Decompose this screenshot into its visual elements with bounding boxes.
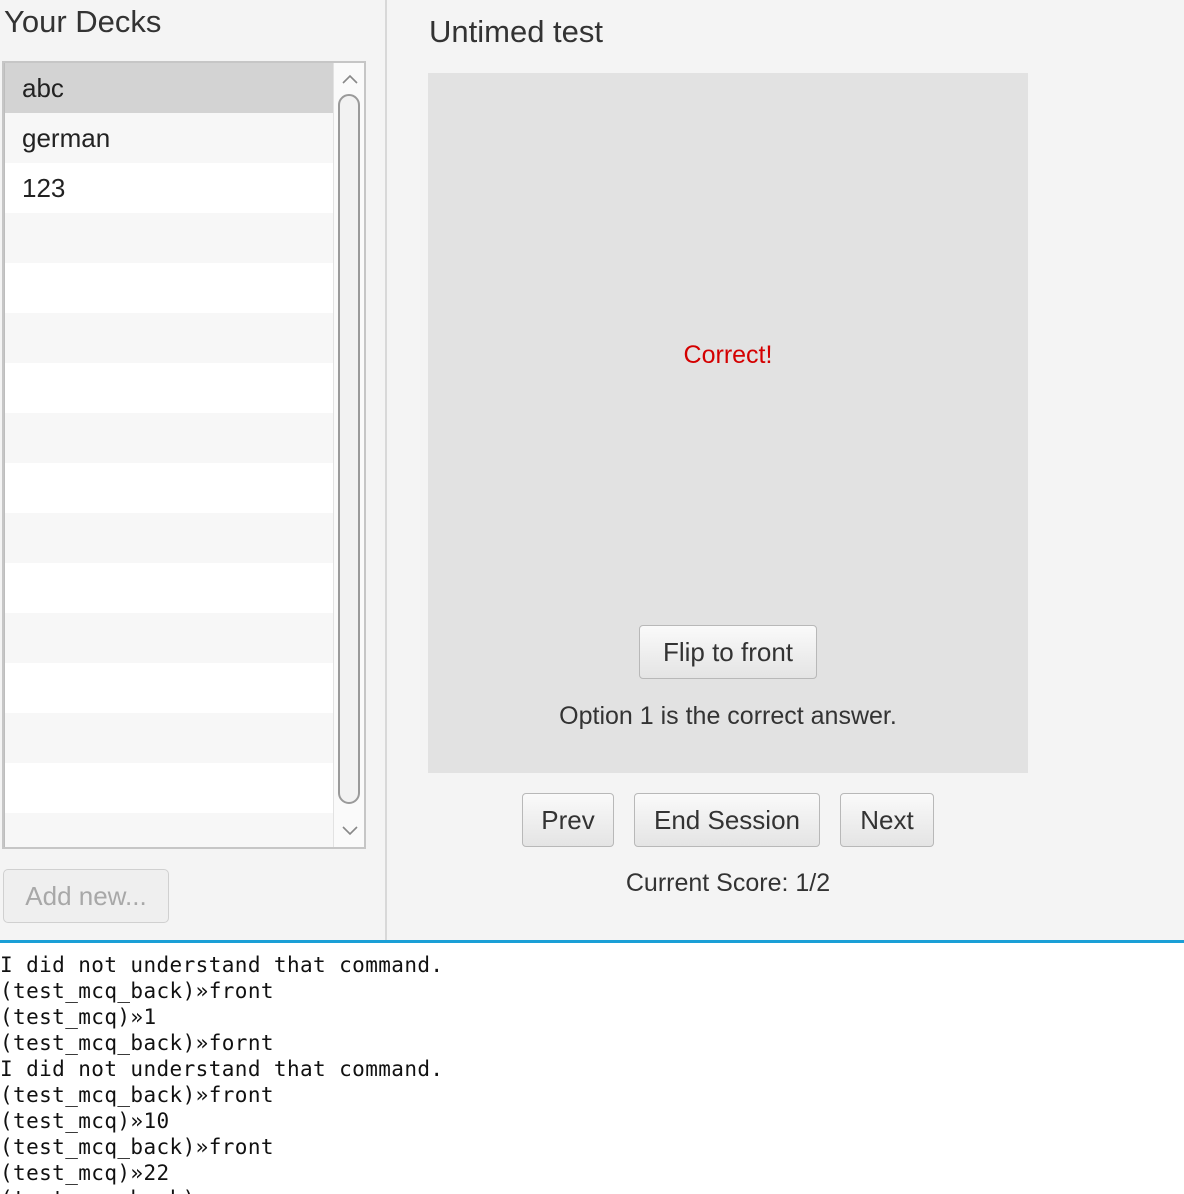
- scroll-thumb[interactable]: [338, 94, 360, 804]
- deck-item-123[interactable]: 123: [5, 163, 333, 213]
- deck-item-abc[interactable]: abc: [5, 63, 333, 113]
- next-button[interactable]: Next: [840, 793, 934, 847]
- test-title: Untimed test: [429, 14, 604, 49]
- chevron-up-icon[interactable]: [334, 65, 364, 93]
- console-line: I did not understand that command.: [0, 953, 444, 977]
- empty-row: [5, 413, 333, 463]
- decks-title: Your Decks: [4, 4, 162, 39]
- empty-row: [5, 463, 333, 513]
- console-line: (test_mcq)»1: [0, 1005, 157, 1029]
- deck-item-german[interactable]: german: [5, 113, 333, 163]
- chevron-down-icon[interactable]: [334, 817, 364, 845]
- empty-row: [5, 263, 333, 313]
- empty-row: [5, 313, 333, 363]
- deck-rows: abc german 123: [4, 63, 333, 847]
- empty-row: [5, 363, 333, 413]
- deck-list-scrollbar[interactable]: [333, 63, 364, 847]
- flip-to-front-button[interactable]: Flip to front: [639, 625, 817, 679]
- console-line: (test_mcq_back)»front: [0, 1135, 274, 1159]
- console-lines: I did not understand that command. (test…: [0, 952, 443, 1194]
- console-line: (test_mcq_back)»front: [0, 979, 274, 1003]
- result-message: Correct!: [683, 341, 773, 369]
- console-line: I did not understand that command.: [0, 1057, 444, 1081]
- console-line: (test_mcq)»10: [0, 1109, 170, 1133]
- end-session-button[interactable]: End Session: [634, 793, 820, 847]
- console-line: (test_mcq)»22: [0, 1161, 170, 1185]
- empty-row: [5, 213, 333, 263]
- empty-row: [5, 813, 333, 847]
- prev-button[interactable]: Prev: [522, 793, 614, 847]
- decks-panel: Your Decks abc german 123 Add new...: [0, 0, 387, 942]
- deck-list[interactable]: abc german 123: [2, 61, 366, 849]
- flashcard: Correct! Flip to front Option 1 is the c…: [428, 73, 1028, 773]
- empty-row: [5, 763, 333, 813]
- empty-row: [5, 513, 333, 563]
- app-window: Your Decks abc german 123 Add new... Unt…: [0, 0, 1184, 942]
- console-line: (test_mcq_back)»front: [0, 1083, 274, 1107]
- empty-row: [5, 613, 333, 663]
- console-line: (test_mcq_back): [0, 1186, 443, 1194]
- console-output[interactable]: I did not understand that command. (test…: [0, 940, 1184, 1194]
- correct-answer-text: Option 1 is the correct answer.: [559, 702, 897, 730]
- current-score: Current Score: 1/2: [625, 869, 831, 897]
- empty-row: [5, 663, 333, 713]
- empty-row: [5, 563, 333, 613]
- empty-row: [5, 713, 333, 763]
- add-new-button[interactable]: Add new...: [3, 869, 169, 923]
- console-line: (test_mcq_back)»fornt: [0, 1031, 274, 1055]
